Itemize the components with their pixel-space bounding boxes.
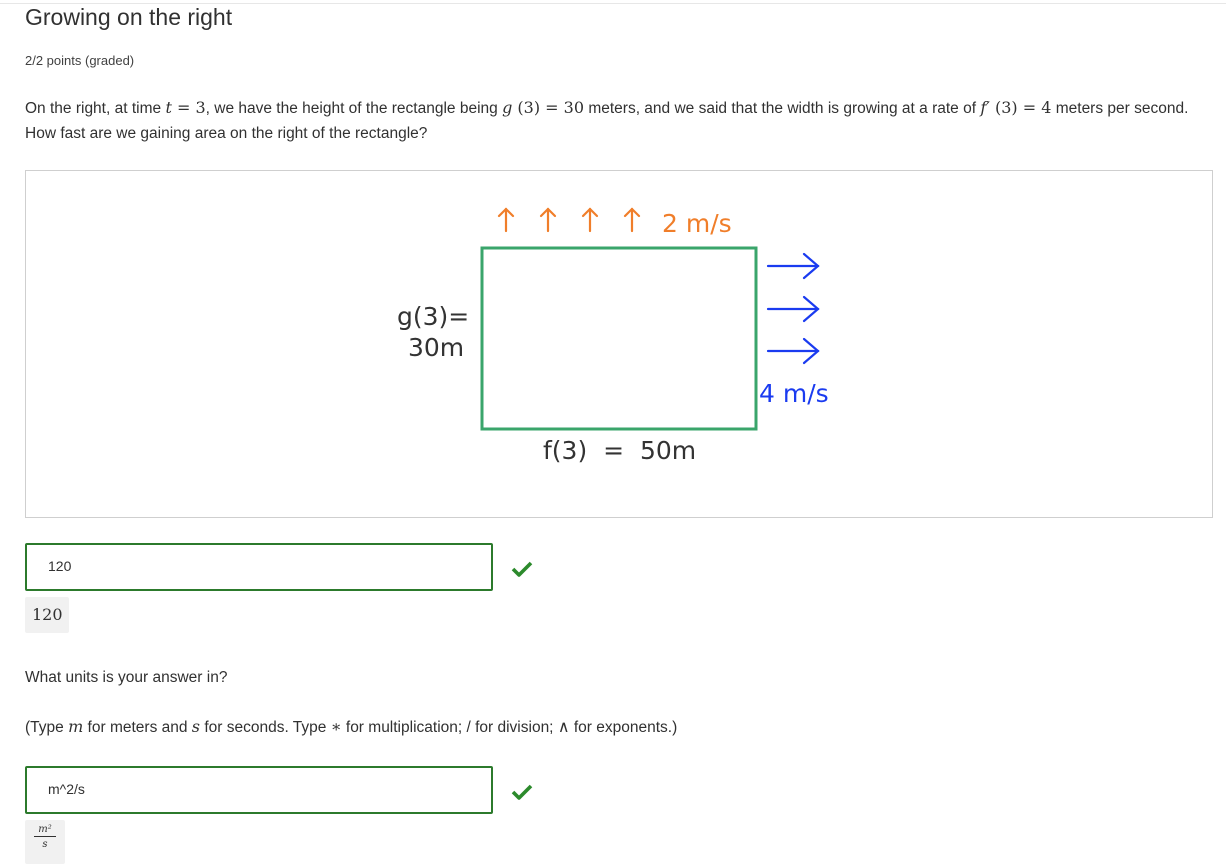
answer-input-value[interactable]: m^2/s [48, 781, 85, 797]
arrow-right-icon [766, 337, 820, 365]
math-symbol: ∧ [557, 717, 570, 736]
prompt-text: meters, and we said that the width is gr… [584, 100, 981, 117]
arrow-up-icon [497, 207, 515, 233]
checkmark-icon [511, 561, 533, 577]
fraction-numerator: m² [34, 824, 56, 837]
arrow-right-icon [766, 252, 820, 280]
arrow-right-icon [766, 295, 820, 323]
math-symbol: ∗ [330, 717, 342, 736]
prompt-text: On the right, at time [25, 100, 166, 117]
math-value: = 3 [171, 98, 206, 117]
figure-svg: 2 m/s 4 m/s g(3)= 30m f(3) = 50m [397, 207, 829, 465]
right-rate-label: 4 m/s [759, 379, 829, 408]
answer-input-1[interactable]: 120 [25, 543, 493, 591]
units-hint: (Type m for meters and s for seconds. Ty… [25, 717, 677, 737]
top-rate-label: 2 m/s [662, 209, 732, 238]
math-arg: (3) [989, 98, 1018, 117]
height-label: g(3)= [397, 302, 469, 331]
answer-preview-2: m² s [25, 820, 65, 864]
problem-prompt: On the right, at time t = 3, we have the… [25, 95, 1215, 146]
answer-input-2[interactable]: m^2/s [25, 766, 493, 814]
fraction-denominator: s [42, 839, 48, 850]
problem-title: Growing on the right [25, 4, 233, 30]
math-value: = 30 [540, 98, 585, 117]
points-label: 2/2 points (graded) [25, 53, 135, 68]
question-units: What units is your answer in? [25, 669, 228, 686]
hint-text: for seconds. Type [200, 719, 331, 736]
math-value: = 4 [1017, 98, 1052, 117]
unit-fraction: m² s [34, 824, 56, 850]
arrow-up-icon [581, 207, 599, 233]
prompt-text: , we have the height of the rectangle be… [205, 100, 503, 117]
preview-value: 120 [32, 605, 63, 624]
arrow-up-icon [623, 207, 641, 233]
rectangle-figure: 2 m/s 4 m/s g(3)= 30m f(3) = 50m [25, 170, 1213, 518]
arrow-up-icon [539, 207, 557, 233]
math-var: s [191, 717, 201, 736]
math-var: m [68, 717, 84, 736]
answer-preview-1: 120 [25, 597, 69, 633]
answer-input-value[interactable]: 120 [48, 558, 71, 574]
hint-text: for multiplication; / for division; [341, 719, 558, 736]
checkmark-icon [511, 784, 533, 800]
math-arg: (3) [512, 98, 541, 117]
width-label: f(3) = 50m [543, 436, 696, 465]
growing-rectangle [480, 246, 758, 431]
math-var: g [502, 98, 513, 117]
math-var: f′ [980, 98, 990, 117]
hint-text: (Type [25, 719, 69, 736]
hint-text: for exponents.) [569, 719, 678, 736]
height-value-label: 30m [408, 333, 464, 362]
hint-text: for meters and [83, 719, 192, 736]
